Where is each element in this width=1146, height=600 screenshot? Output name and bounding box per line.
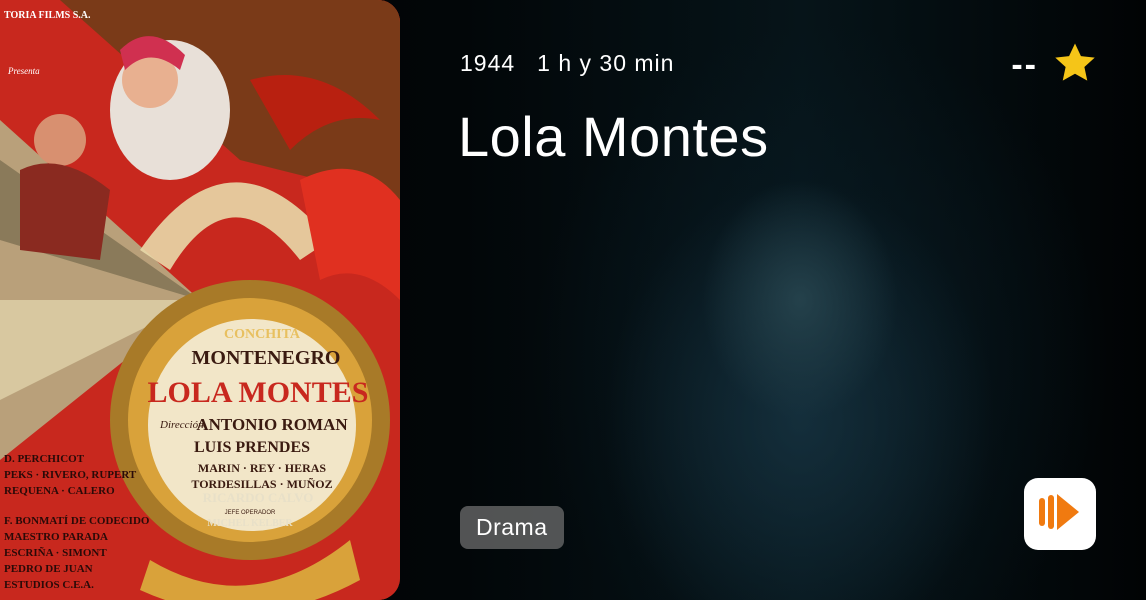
- movie-title: Lola Montes: [458, 105, 769, 168]
- poster-star-first: CONCHITA: [224, 327, 301, 342]
- poster-cast-4: RICARDO CALVO: [203, 490, 314, 505]
- poster-film-title: LOLA MONTES: [148, 376, 369, 409]
- poster-operator: MICHEL KELBER: [207, 518, 293, 529]
- poster-star-last: MONTENEGRO: [192, 347, 341, 369]
- movie-meta: 1944 1 h y 30 min: [460, 50, 674, 77]
- play-button[interactable]: [1024, 478, 1096, 550]
- poster-cast-2: MARIN · REY · HERAS: [198, 461, 327, 475]
- poster-credit-line: REQUENA · CALERO: [4, 485, 115, 497]
- poster-studio: TORIA FILMS S.A.: [4, 10, 91, 21]
- poster-credit-line: PEDRO DE JUAN: [4, 563, 93, 575]
- rating: --: [1011, 40, 1098, 91]
- play-icon: [1039, 492, 1081, 537]
- runtime: 1 h y 30 min: [537, 50, 675, 76]
- poster-credit-line: MAESTRO PARADA: [4, 531, 108, 543]
- poster-credit-line: ESCRIÑA · SIMONT: [4, 547, 107, 559]
- poster-cast-1: LUIS PRENDES: [194, 439, 310, 456]
- star-icon: [1052, 40, 1098, 91]
- poster-cast-3: TORDESILLAS · MUÑOZ: [191, 477, 332, 491]
- poster-credit-line: D. PERCHICOT: [4, 453, 85, 465]
- rating-value: --: [1011, 46, 1038, 84]
- poster-credit-line: F. BONMATÍ DE CODECIDO: [4, 515, 150, 527]
- poster-credit-line: PEKS · RIVERO, RUPERT: [4, 469, 137, 481]
- poster-credit-line: ESTUDIOS C.E.A.: [4, 579, 94, 591]
- poster-operator-label: JEFE OPERADOR: [225, 510, 276, 516]
- genre-badge[interactable]: Drama: [460, 506, 564, 549]
- movie-poster: TORIA FILMS S.A. Presenta CONCHITA MONTE…: [0, 0, 400, 600]
- release-year: 1944: [460, 50, 516, 76]
- poster-director: ANTONIO ROMAN: [196, 415, 348, 434]
- poster-presents: Presenta: [7, 66, 40, 76]
